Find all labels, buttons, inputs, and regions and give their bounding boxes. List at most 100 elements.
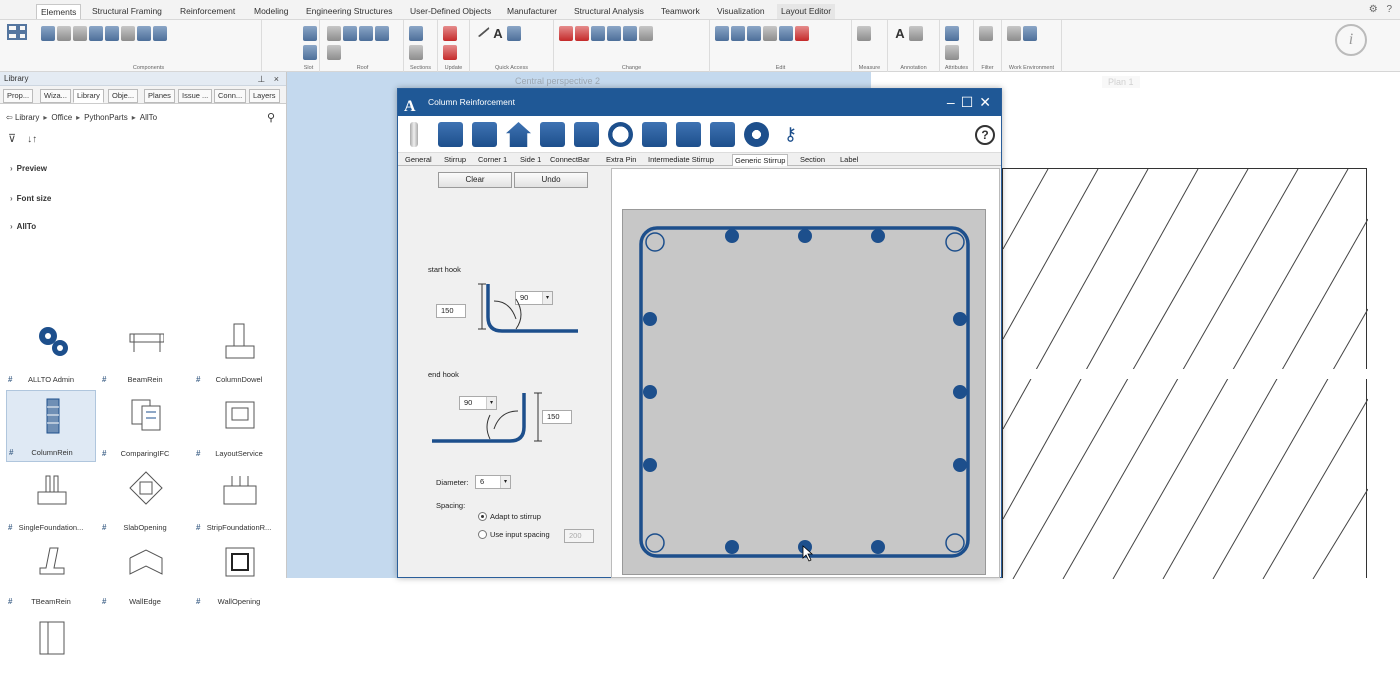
panel-tab-3[interactable]: Library xyxy=(73,89,104,103)
library-item[interactable]: # SingleFoundation... xyxy=(6,464,96,536)
document-export-icon[interactable] xyxy=(574,122,599,147)
library-item[interactable]: # WallEdge xyxy=(100,538,190,610)
dialog-tab-connectbar[interactable]: ConnectBar xyxy=(548,154,592,166)
ribbon-tool-icon[interactable] xyxy=(639,26,653,41)
ribbon-tool-icon[interactable] xyxy=(591,26,605,41)
panel-tab-6[interactable]: Issue ... xyxy=(178,89,213,103)
ribbon-tool-icon[interactable] xyxy=(909,26,923,41)
ribbon-tool-icon[interactable] xyxy=(359,26,373,41)
help-circle-icon[interactable]: ? xyxy=(1386,4,1392,15)
ribbon-tool-icon[interactable]: A xyxy=(491,26,505,41)
ribbon-tool-icon[interactable] xyxy=(121,26,135,41)
menu-tab-reinforcement[interactable]: Reinforcement xyxy=(176,4,239,19)
dialog-tab-label[interactable]: Label xyxy=(838,154,860,166)
section-preview[interactable]: Preview xyxy=(10,164,47,173)
sort-icon[interactable]: ↓↑ xyxy=(27,134,37,145)
pin-icon[interactable]: ⊥ xyxy=(257,74,268,84)
menu-tab-teamwork[interactable]: Teamwork xyxy=(657,4,704,19)
ribbon-tool-icon[interactable] xyxy=(409,45,423,60)
breadcrumb-item[interactable]: AllTo xyxy=(140,113,157,122)
library-item[interactable]: # TBeamRein xyxy=(6,538,96,610)
menu-tab-modeling[interactable]: Modeling xyxy=(250,4,293,19)
ribbon-tool-icon[interactable] xyxy=(443,45,457,60)
ribbon-tool-icon[interactable] xyxy=(623,26,637,41)
ribbon-tool-icon[interactable] xyxy=(1023,26,1037,41)
ribbon-tool-icon[interactable] xyxy=(303,26,317,41)
ribbon-tool-icon[interactable] xyxy=(979,26,993,41)
ribbon-tool-icon[interactable] xyxy=(105,26,119,41)
menu-tab-structural-framing[interactable]: Structural Framing xyxy=(88,4,166,19)
ribbon-tool-icon[interactable] xyxy=(57,26,71,41)
save-icon[interactable] xyxy=(642,122,667,147)
ribbon-tool-icon[interactable] xyxy=(474,22,490,38)
calculator-icon[interactable] xyxy=(710,122,735,147)
library-item[interactable]: # SlabOpening xyxy=(100,464,190,536)
use-input-spacing-radio[interactable] xyxy=(478,530,487,539)
library-item[interactable]: # ColumnDowel xyxy=(194,316,284,388)
check-circle-icon[interactable] xyxy=(608,122,633,147)
minimize-icon[interactable]: – xyxy=(947,94,961,110)
help-icon[interactable]: ? xyxy=(975,125,995,145)
ribbon-tool-icon[interactable] xyxy=(795,26,809,41)
ribbon-tool-icon[interactable] xyxy=(747,26,761,41)
menu-tab-manufacturer[interactable]: Manufacturer xyxy=(503,4,561,19)
panel-tab-4[interactable]: Obje... xyxy=(108,89,139,103)
window-layout-icon[interactable] xyxy=(3,22,31,48)
spacing-input[interactable]: 200 xyxy=(564,529,594,543)
ribbon-tool-icon[interactable] xyxy=(559,26,573,41)
library-item[interactable]: # BeamRein xyxy=(100,316,190,388)
ribbon-tool-icon[interactable] xyxy=(153,26,167,41)
library-item[interactable]: # WallOpening xyxy=(194,538,284,610)
close-icon[interactable]: ✕ xyxy=(979,94,997,110)
column-rebar-icon[interactable] xyxy=(410,122,418,147)
dialog-tab-corner-1[interactable]: Corner 1 xyxy=(476,154,509,166)
panel-tab-1[interactable]: Prop... xyxy=(3,89,34,103)
section-allto[interactable]: AllTo xyxy=(10,222,36,231)
ribbon-tool-icon[interactable] xyxy=(137,26,151,41)
clear-button[interactable]: Clear xyxy=(438,172,512,188)
key-icon[interactable]: ⚷ xyxy=(778,122,803,147)
settings-icon[interactable]: ⚙ xyxy=(1369,4,1378,15)
ribbon-tool-icon[interactable] xyxy=(763,26,777,41)
panel-tab-7[interactable]: Conn... xyxy=(214,89,247,103)
menu-tab-user-defined-objects[interactable]: User-Defined Objects xyxy=(406,4,495,19)
adapt-to-stirrup-radio[interactable] xyxy=(478,512,487,521)
ribbon-tool-icon[interactable] xyxy=(303,45,317,60)
copy-layers-icon[interactable] xyxy=(472,122,497,147)
dialog-tab-section[interactable]: Section xyxy=(798,154,827,166)
panel-tab-2[interactable]: Wiza... xyxy=(40,89,71,103)
diameter-select[interactable]: 6 ▾ xyxy=(475,475,511,489)
dialog-tab-side-1[interactable]: Side 1 xyxy=(518,154,543,166)
ribbon-tool-icon[interactable] xyxy=(731,26,745,41)
ribbon-tool-icon[interactable] xyxy=(779,26,793,41)
ribbon-tool-icon[interactable]: A xyxy=(893,26,907,41)
ribbon-tool-icon[interactable] xyxy=(327,26,341,41)
ribbon-tool-icon[interactable] xyxy=(945,26,959,41)
download-icon[interactable] xyxy=(676,122,701,147)
dialog-tab-general[interactable]: General xyxy=(403,154,434,166)
ribbon-tool-icon[interactable] xyxy=(443,26,457,41)
breadcrumb-item[interactable]: Library xyxy=(15,113,39,122)
column-section[interactable] xyxy=(622,209,986,575)
ribbon-tool-icon[interactable] xyxy=(1007,26,1021,41)
dialog-tab-extra-pin[interactable]: Extra Pin xyxy=(604,154,638,166)
menu-tab-visualization[interactable]: Visualization xyxy=(713,4,769,19)
ribbon-tool-icon[interactable] xyxy=(945,45,959,60)
filter-icon[interactable]: ⊽ xyxy=(8,133,16,145)
section-font-size[interactable]: Font size xyxy=(10,194,52,203)
menu-tab-layout-editor[interactable]: Layout Editor xyxy=(777,4,836,19)
ribbon-tool-icon[interactable] xyxy=(73,26,87,41)
ribbon-tool-icon[interactable] xyxy=(327,45,341,60)
ribbon-tool-icon[interactable] xyxy=(89,26,103,41)
panel-tab-8[interactable]: Layers xyxy=(249,89,280,103)
settings-gear-icon[interactable] xyxy=(744,122,769,147)
ribbon-tool-icon[interactable] xyxy=(409,26,423,41)
ribbon-tool-icon[interactable] xyxy=(715,26,729,41)
library-item[interactable]: # ColumnRein xyxy=(6,390,96,462)
search-icon[interactable]: ⚲ xyxy=(267,108,275,128)
panel-close-icon[interactable]: × xyxy=(274,74,282,84)
menu-tab-structural-analysis[interactable]: Structural Analysis xyxy=(570,4,648,19)
ribbon-tool-icon[interactable] xyxy=(507,26,521,41)
dialog-tab-generic-stirrup[interactable]: Generic Stirrup xyxy=(732,154,789,166)
ribbon-tool-icon[interactable] xyxy=(375,26,389,41)
